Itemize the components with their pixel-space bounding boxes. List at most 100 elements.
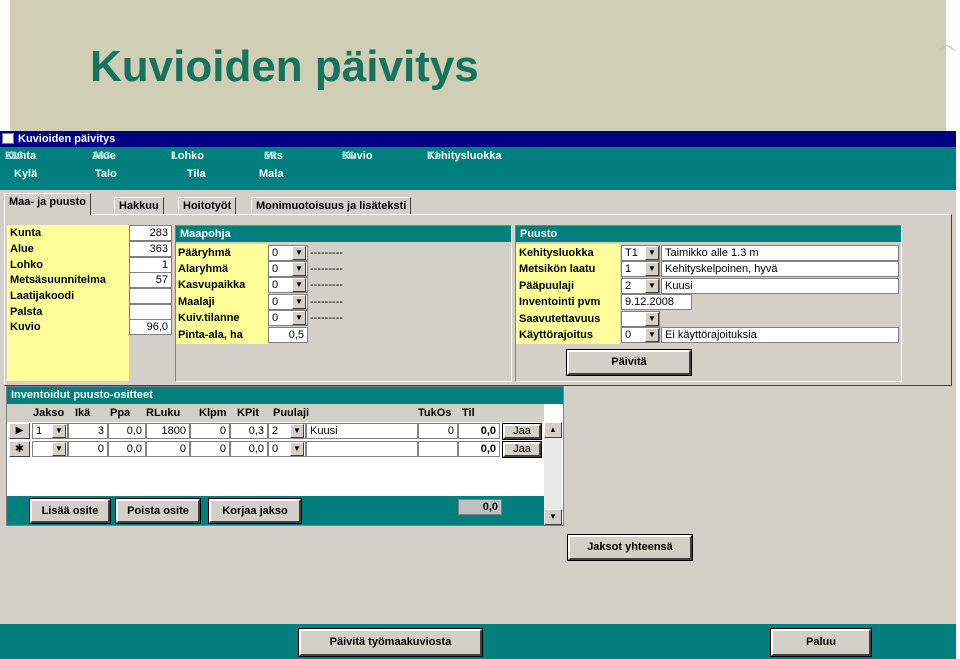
- left-value-lohko[interactable]: 1: [129, 257, 172, 273]
- row1-puulaji-name: Kuusi: [306, 423, 418, 439]
- osite-total: 0,0: [458, 499, 502, 515]
- row2-kpit[interactable]: 0,0: [230, 441, 268, 457]
- row2-jaa-button[interactable]: Jaa: [502, 441, 542, 458]
- osite-header: Inventoidut puusto-ositteet: [7, 387, 563, 404]
- chevron-down-icon[interactable]: ▼: [645, 279, 659, 293]
- maapohja-maalaji-desc: ---------: [310, 296, 343, 308]
- left-value-laatijakoodi[interactable]: [129, 288, 172, 304]
- current-record-icon[interactable]: ▶: [9, 423, 30, 439]
- chevron-down-icon[interactable]: ▼: [645, 312, 659, 326]
- row1-til[interactable]: 0,0: [458, 423, 500, 439]
- row1-kpit[interactable]: 0,3: [230, 423, 268, 439]
- row2-ppa[interactable]: 0,0: [108, 441, 146, 457]
- info-tila-label: Tila: [187, 168, 206, 180]
- row2-til[interactable]: 0,0: [458, 441, 500, 457]
- maapohja-paaryhma-desc: ---------: [310, 247, 343, 259]
- chevron-down-icon[interactable]: ▼: [292, 262, 306, 276]
- row2-klpm[interactable]: 0: [190, 441, 230, 457]
- left-label-kuvio: Kuvio: [10, 321, 41, 333]
- col-rluku: RLuku: [146, 407, 181, 419]
- chevron-down-icon[interactable]: ▼: [292, 278, 306, 292]
- paluu-button[interactable]: Paluu: [770, 628, 872, 657]
- lisaa-osite-button[interactable]: Lisää osite: [29, 498, 111, 524]
- chevron-down-icon[interactable]: ▼: [52, 424, 66, 438]
- row1-ppa[interactable]: 0,0: [108, 423, 146, 439]
- window-title: Kuvioiden päivitys: [18, 133, 116, 145]
- corner-decoration: ︿: [938, 34, 956, 54]
- col-tukos: TukOs: [418, 407, 452, 419]
- puusto-label-metsikon-laatu: Metsikön laatu: [519, 263, 596, 275]
- chevron-down-icon[interactable]: ▼: [292, 246, 306, 260]
- paivita-button[interactable]: Päivitä: [566, 349, 692, 376]
- puusto-label-paapuulaji: Pääpuulaji: [519, 280, 575, 292]
- col-puulaji: Puulaji: [273, 407, 310, 419]
- scroll-up-icon[interactable]: ▲: [544, 422, 562, 438]
- chevron-down-icon[interactable]: ▼: [290, 442, 304, 456]
- left-value-metsasuunnitelma[interactable]: 57: [129, 272, 172, 288]
- slide-title: Kuvioiden päivitys: [90, 42, 479, 91]
- chevron-down-icon[interactable]: ▼: [645, 262, 659, 276]
- row1-tukos[interactable]: 0: [418, 423, 458, 439]
- new-record-icon[interactable]: ✱: [9, 441, 30, 457]
- left-value-palsta[interactable]: [129, 304, 172, 320]
- col-ika: Ikä: [75, 407, 91, 419]
- col-kpit: KPit: [237, 407, 259, 419]
- chevron-down-icon[interactable]: ▼: [645, 328, 659, 342]
- row2-puulaji-name: [306, 441, 418, 457]
- info-kunta-value: 283: [5, 150, 24, 162]
- tab-monimuotoisuus[interactable]: Monimuotoisuus ja lisäteksti: [251, 197, 412, 215]
- chevron-down-icon[interactable]: ▼: [52, 442, 66, 456]
- kayttorajoitus-desc: Ei käyttörajoituksia: [661, 327, 899, 343]
- info-mala-label: Mala: [259, 168, 284, 180]
- pinta-ala-input[interactable]: 0,5: [268, 327, 308, 343]
- left-label-lohko: Lohko: [10, 259, 43, 271]
- inventointi-pvm-input[interactable]: 9.12.2008: [621, 294, 692, 310]
- col-til: Til: [462, 407, 475, 419]
- maapohja-label-paaryhma: Pääryhmä: [178, 247, 231, 259]
- info-lohko-value: 1: [171, 150, 178, 162]
- window-titlebar[interactable]: Kuvioiden päivitys: [0, 131, 956, 147]
- poista-osite-button[interactable]: Poista osite: [115, 498, 201, 524]
- info-kehitysluokka-value: T1: [427, 150, 440, 162]
- chevron-down-icon[interactable]: ▼: [292, 311, 306, 325]
- maapohja-kasvupaikka-desc: ---------: [310, 279, 343, 291]
- info-kyla-label: Kylä: [14, 168, 38, 180]
- maapohja-label-kasvupaikka: Kasvupaikka: [178, 279, 246, 291]
- row1-rluku[interactable]: 1800: [146, 423, 190, 439]
- row1-jaa-button[interactable]: Jaa: [502, 423, 542, 440]
- chevron-down-icon[interactable]: ▼: [290, 424, 304, 438]
- puusto-label-inventointi-pvm: Inventointi pvm: [519, 296, 601, 308]
- col-ppa: Ppa: [110, 407, 131, 419]
- info-alue-value: 363: [92, 150, 111, 162]
- tab-maa-ja-puusto[interactable]: Maa- ja puusto: [4, 193, 92, 215]
- tab-hoitotyot[interactable]: Hoitotyöt: [178, 197, 237, 215]
- maapohja-label-maalaji: Maalaji: [178, 296, 215, 308]
- info-talo-label: Talo: [95, 168, 117, 180]
- maapohja-label-pinta-ala: Pinta-ala, ha: [178, 329, 243, 341]
- left-label-kunta: Kunta: [10, 227, 42, 239]
- left-label-alue: Alue: [10, 243, 34, 255]
- row2-rluku[interactable]: 0: [146, 441, 190, 457]
- korjaa-jakso-button[interactable]: Korjaa jakso: [208, 498, 302, 524]
- row1-ika[interactable]: 3: [68, 423, 108, 439]
- left-value-kuvio[interactable]: 96,0: [129, 319, 172, 335]
- col-klpm: Klpm: [199, 407, 227, 419]
- info-bar: Kunta 283 Alue 363 Lohko 1 Mts 57 Kuvio …: [0, 147, 956, 190]
- left-value-alue[interactable]: 363: [129, 241, 172, 257]
- row2-tukos[interactable]: [418, 441, 458, 457]
- row1-klpm[interactable]: 0: [190, 423, 230, 439]
- chevron-down-icon[interactable]: ▼: [645, 246, 659, 260]
- paivita-tyomaakuviosta-button[interactable]: Päivitä työmaakuviosta: [298, 628, 483, 657]
- left-label-laatijakoodi: Laatijakoodi: [10, 290, 75, 302]
- info-mts-value: 57: [264, 150, 277, 162]
- jaksot-yhteensa-button[interactable]: Jaksot yhteensä: [567, 534, 693, 561]
- maapohja-kuivtilanne-desc: ---------: [310, 312, 343, 324]
- scroll-down-icon[interactable]: ▼: [544, 509, 562, 525]
- chevron-down-icon[interactable]: ▼: [292, 295, 306, 309]
- left-value-kunta[interactable]: 283: [129, 225, 172, 241]
- row2-ika[interactable]: 0: [68, 441, 108, 457]
- tab-hakkuu[interactable]: Hakkuu: [114, 197, 164, 215]
- left-label-metsasuunnitelma: Metsäsuunnitelma: [10, 274, 106, 286]
- col-jakso: Jakso: [33, 407, 65, 419]
- kehitysluokka-desc: Taimikko alle 1.3 m: [661, 245, 899, 261]
